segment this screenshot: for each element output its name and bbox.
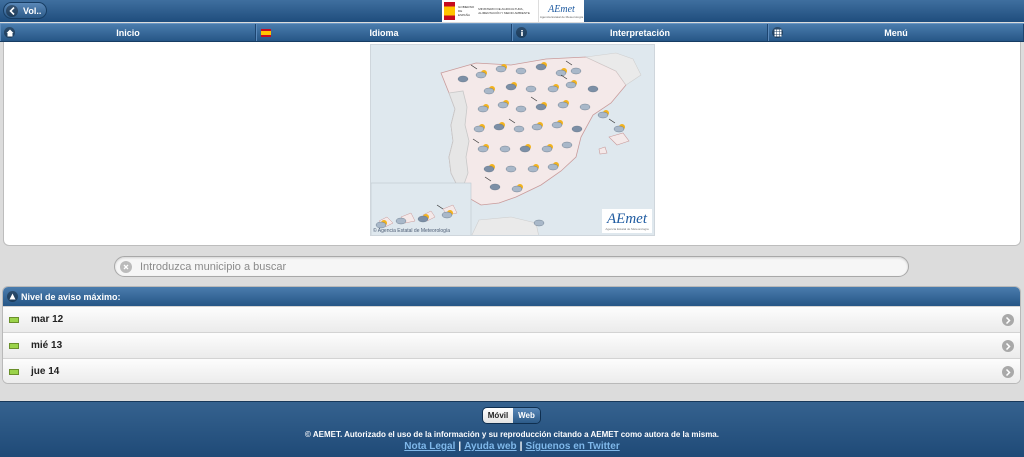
ministry-text: MINISTERIO DE AGRICULTURA, ALIMENTACIÓN … <box>478 7 530 15</box>
back-button-label: Vol.. <box>23 5 42 16</box>
nav-label-menu: Menú <box>884 27 908 38</box>
aemet-header-logo-word: AEmet <box>548 3 575 15</box>
map-credit: © Agencia Estatal de Meteorología <box>373 228 451 234</box>
weather-symbol-icon <box>587 85 599 93</box>
weather-symbol-icon <box>499 145 511 153</box>
warning-level-title: Nivel de aviso máximo: <box>21 291 121 302</box>
spain-coat-of-arms-icon <box>444 2 456 20</box>
header-bar: Vol.. GOBIERNO DE ESPAÑA MINISTERIO DE A… <box>0 0 1024 22</box>
chevron-right-icon <box>1002 314 1014 326</box>
home-icon <box>4 27 15 38</box>
toggle-mobile-button[interactable]: Móvil <box>483 408 513 423</box>
web-help-link[interactable]: Ayuda web <box>464 441 516 452</box>
aemet-map-logo-word: AEmet <box>607 210 647 227</box>
link-separator: | <box>458 441 462 452</box>
warning-level-indicator <box>9 368 19 375</box>
weather-symbol-icon <box>457 75 469 83</box>
weather-symbol-icon <box>597 110 609 119</box>
weather-symbol-icon <box>505 165 517 173</box>
weather-symbol-icon <box>525 85 537 93</box>
municipality-search[interactable] <box>114 256 909 277</box>
weather-symbol-icon <box>515 67 527 75</box>
footer: Móvil Web © AEMET. Autorizado el uso de … <box>0 401 1024 457</box>
grid-icon <box>772 27 783 38</box>
flag-es-icon <box>260 27 271 38</box>
clear-search-icon[interactable] <box>120 260 132 273</box>
warning-level-indicator <box>9 316 19 323</box>
gov-logo-text: GOBIERNO DE ESPAÑA <box>458 5 475 17</box>
nav-item-menu[interactable]: Menú <box>768 24 1024 41</box>
nav-item-idioma[interactable]: Idioma <box>256 24 512 41</box>
weather-symbol-icon <box>608 118 625 133</box>
weather-symbol-icon <box>571 125 583 133</box>
warning-day-row[interactable]: mié 13 <box>3 332 1020 358</box>
nav-item-interpretacion[interactable]: Interpretación <box>512 24 768 41</box>
chevron-right-icon <box>1002 340 1014 352</box>
chevron-right-icon <box>1002 366 1014 378</box>
link-separator: | <box>519 441 523 452</box>
weather-symbol-icon <box>515 105 527 113</box>
toggle-web-button[interactable]: Web <box>513 408 540 423</box>
search-input[interactable] <box>140 260 840 273</box>
forecast-map-panel: © Agencia Estatal de Meteorología AEmet … <box>3 42 1021 246</box>
info-icon <box>516 27 527 38</box>
government-logo: GOBIERNO DE ESPAÑA MINISTERIO DE AGRICUL… <box>442 0 538 22</box>
footer-links: Nota Legal | Ayuda web | Síguenos en Twitter <box>0 441 1024 452</box>
warning-level-header: Nivel de aviso máximo: <box>3 287 1020 306</box>
back-button[interactable]: Vol.. <box>3 2 47 19</box>
legal-notice-link[interactable]: Nota Legal <box>404 441 455 452</box>
aemet-header-logo-sub: Agencia Estatal de Meteorología <box>539 14 584 19</box>
nav-label-interpretacion: Interpretación <box>609 27 670 38</box>
aemet-map-logo-sub: Agencia Estatal de Meteorología <box>605 226 649 231</box>
mobile-web-toggle[interactable]: Móvil Web <box>482 407 541 424</box>
header-logos: GOBIERNO DE ESPAÑA MINISTERIO DE AGRICUL… <box>442 0 584 22</box>
aemet-map-logo: AEmet Agencia Estatal de Meteorología <box>602 209 652 233</box>
weather-symbol-icon <box>579 103 591 111</box>
forecast-map[interactable]: © Agencia Estatal de Meteorología AEmet … <box>370 44 655 236</box>
alert-icon <box>7 291 18 302</box>
weather-symbol-icon <box>561 141 573 149</box>
spain-map-image <box>371 52 642 235</box>
weather-symbol-icon <box>395 217 407 225</box>
copyright-text: © AEMET. Autorizado el uso de la informa… <box>305 430 719 439</box>
warning-day-label: mié 13 <box>31 340 63 351</box>
warning-day-label: mar 12 <box>31 314 64 325</box>
nav-item-inicio[interactable]: Inicio <box>0 24 256 41</box>
chevron-left-icon <box>6 4 18 17</box>
navbar: Inicio Idioma Interpretación Menú <box>0 23 1024 42</box>
nav-label-idioma: Idioma <box>369 27 399 38</box>
nav-label-inicio: Inicio <box>116 27 140 38</box>
warning-day-row[interactable]: jue 14 <box>3 358 1020 383</box>
warning-level-indicator <box>9 342 19 349</box>
warning-level-list: Nivel de aviso máximo: mar 12 mié 13 jue… <box>2 286 1021 384</box>
twitter-link[interactable]: Síguenos en Twitter <box>525 441 619 452</box>
warning-day-label: jue 14 <box>31 366 60 377</box>
weather-symbol-icon <box>533 219 545 227</box>
warning-day-row[interactable]: mar 12 <box>3 306 1020 332</box>
aemet-header-logo: AEmet Agencia Estatal de Meteorología <box>538 0 584 22</box>
